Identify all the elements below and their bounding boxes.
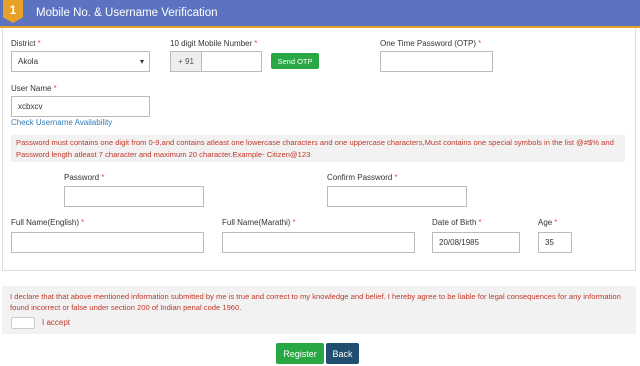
chevron-down-icon: ▾ — [139, 57, 144, 66]
age-label: Age * — [538, 218, 558, 227]
password-input[interactable] — [64, 186, 204, 207]
password-rule-notice: Password must contains one digit from 0-… — [11, 135, 625, 162]
register-button[interactable]: Register — [276, 343, 324, 364]
username-input[interactable]: xcbxcv — [11, 96, 150, 117]
section-header: 1 Mobile No. & Username Verification — [0, 0, 640, 28]
accept-label: I accept — [42, 318, 71, 327]
fullname-mr-input[interactable] — [222, 232, 415, 253]
district-label: District * — [11, 39, 41, 48]
section-title: Mobile No. & Username Verification — [36, 7, 218, 19]
dob-input[interactable]: 20/08/1985 — [432, 232, 520, 253]
password-label: Password * — [64, 173, 105, 182]
otp-label: One Time Password (OTP) * — [380, 39, 482, 48]
declaration-text: I declare that that above mentioned info… — [10, 292, 621, 312]
district-select[interactable]: Akola ▾ — [11, 51, 150, 72]
fullname-en-label: Full Name(English) * — [11, 218, 85, 227]
dob-label: Date of Birth * — [432, 218, 482, 227]
accept-checkbox[interactable] — [11, 317, 35, 329]
otp-input[interactable] — [380, 51, 493, 72]
district-value: Akola — [18, 57, 39, 66]
mobile-label: 10 digit Mobile Number * — [170, 39, 258, 48]
confirm-password-label: Confirm Password * — [327, 173, 398, 182]
back-button[interactable]: Back — [326, 343, 359, 364]
mobile-input[interactable] — [201, 51, 262, 72]
fullname-mr-label: Full Name(Marathi) * — [222, 218, 296, 227]
declaration-box: I declare that that above mentioned info… — [2, 286, 636, 334]
country-code-prefix: + 91 — [170, 51, 202, 72]
username-label: User Name * — [11, 84, 57, 93]
step-badge: 1 — [3, 0, 23, 23]
send-otp-button[interactable]: Send OTP — [271, 53, 319, 69]
check-username-link[interactable]: Check Username Availability — [11, 118, 112, 127]
fullname-en-input[interactable] — [11, 232, 204, 253]
confirm-password-input[interactable] — [327, 186, 467, 207]
age-input[interactable]: 35 — [538, 232, 572, 253]
